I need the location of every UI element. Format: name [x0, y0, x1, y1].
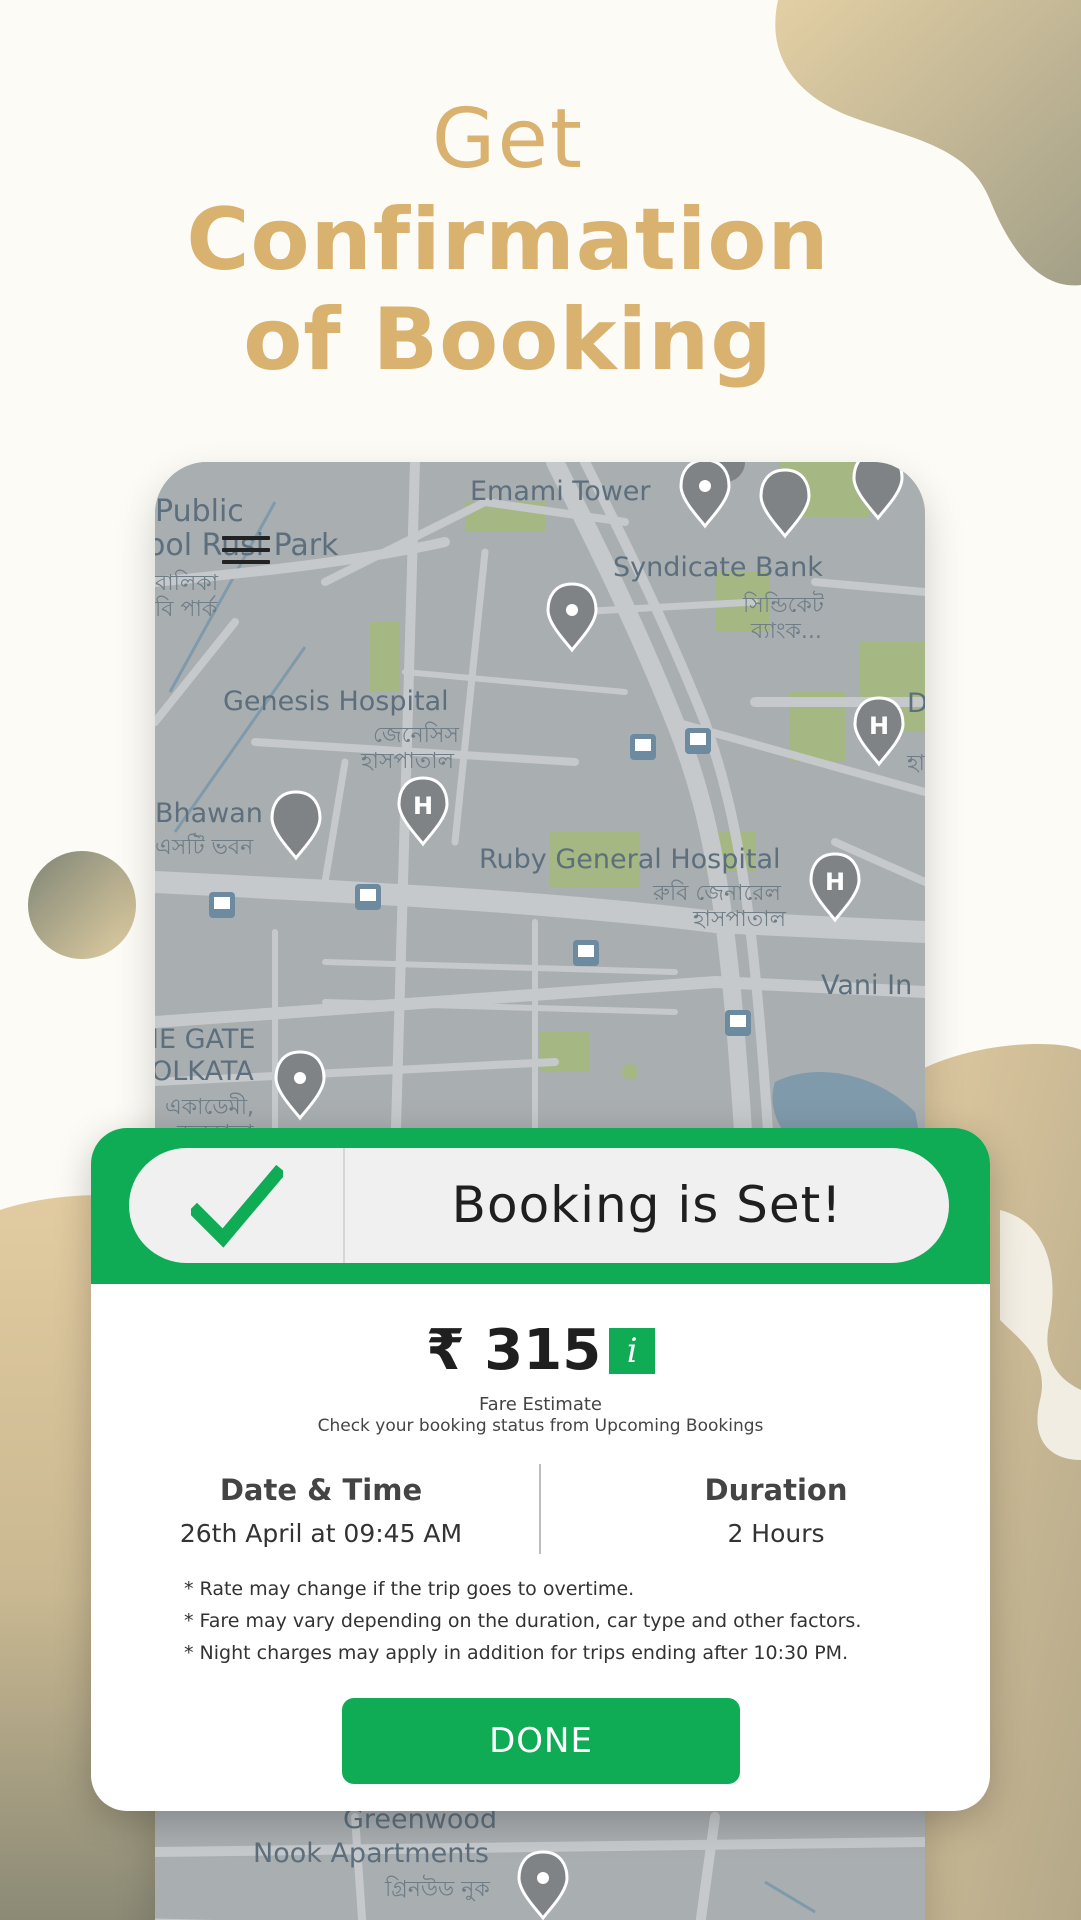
- headline-line-1: Get: [431, 92, 585, 187]
- map-label-emami-tower: Emami Tower: [470, 476, 651, 507]
- map-label-vani: Vani In: [821, 970, 913, 1001]
- fare-notes: * Rate may change if the trip goes to ov…: [184, 1573, 944, 1669]
- fare-note: * Rate may change if the trip goes to ov…: [184, 1578, 635, 1600]
- headline: Get Confirmation of Booking: [0, 90, 1016, 390]
- fare-note: * Fare may vary depending on the duratio…: [184, 1610, 862, 1632]
- left-circle-blob: [28, 851, 136, 959]
- map-label-bn-park: বি পার্ক: [155, 597, 218, 622]
- fare-estimate-subtext: Check your booking status from Upcoming …: [317, 1416, 764, 1436]
- map-label-gate: IE GATE: [155, 1024, 256, 1055]
- date-time-column: Date & Time 26th April at 09:45 AM: [171, 1468, 471, 1556]
- map-label-kolkata: OLKATA: [155, 1056, 254, 1087]
- map-label-syndicate-bn2: ব্যাংক...: [751, 619, 822, 644]
- booking-confirmation-card: Booking is Set! ₹ 315 i Fare Estimate Che…: [91, 1128, 990, 1811]
- menu-icon[interactable]: [222, 536, 270, 566]
- menu-icon-bar: [222, 548, 270, 552]
- date-time-title: Date & Time: [219, 1473, 423, 1507]
- map-label-bhawan: Bhawan: [155, 798, 263, 829]
- menu-icon-bar: [222, 536, 270, 540]
- card-header: Booking is Set!: [91, 1128, 990, 1284]
- map-label-greenwood-bn: গ্রিনউড নুক: [385, 1877, 490, 1902]
- menu-icon-bar: [222, 560, 270, 564]
- headline-line-2: Confirmation: [186, 190, 830, 290]
- column-divider: [539, 1464, 541, 1554]
- info-icon[interactable]: i: [609, 1327, 656, 1374]
- map-label-public: Public: [155, 494, 244, 529]
- map-label-nook: Nook Apartments: [253, 1838, 489, 1869]
- fare-price: ₹ 315: [425, 1318, 602, 1383]
- map-label-genesis-bn2: হাসপাতাল: [361, 749, 455, 774]
- duration-title: Duration: [704, 1473, 848, 1507]
- checkmark-icon: [191, 1164, 283, 1248]
- map-label-ha: হা: [907, 751, 925, 776]
- map-label-ruby-bn2: হাসপাতাল: [693, 907, 787, 932]
- map-label-genesis: Genesis Hospital: [223, 686, 449, 717]
- headline-line-3: of Booking: [243, 290, 773, 390]
- fare-note: * Night charges may apply in addition fo…: [184, 1642, 849, 1664]
- map-label-d: D: [907, 688, 925, 719]
- svg-text:H: H: [825, 868, 845, 896]
- fare-estimate-label: Fare Estimate: [478, 1394, 603, 1415]
- duration-value: 2 Hours: [727, 1519, 825, 1548]
- booking-status-title: Booking is Set!: [451, 1176, 843, 1234]
- svg-text:H: H: [413, 792, 433, 820]
- map-label-ruby: Ruby General Hospital: [479, 844, 781, 875]
- status-pill: Booking is Set!: [129, 1148, 949, 1263]
- map-label-bhawan-bn: এসটি ভবন: [155, 835, 254, 860]
- map-label-syndicate-bank: Syndicate Bank: [613, 552, 823, 583]
- price-row: ₹ 315 i: [91, 1318, 990, 1388]
- done-button[interactable]: DONE: [342, 1698, 740, 1784]
- date-time-value: 26th April at 09:45 AM: [179, 1519, 463, 1548]
- duration-column: Duration 2 Hours: [651, 1468, 901, 1556]
- svg-text:H: H: [869, 712, 889, 740]
